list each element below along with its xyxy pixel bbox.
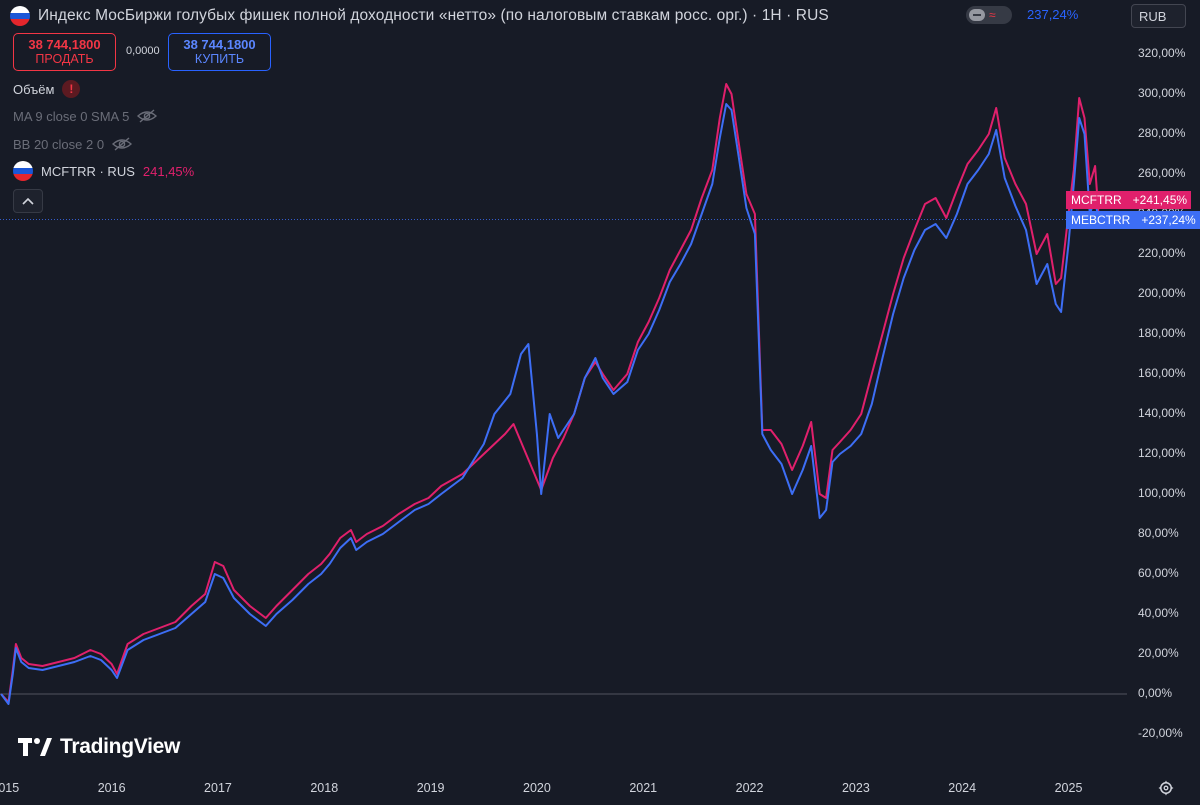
y-tick-label: 40,00% bbox=[1138, 606, 1179, 620]
legend-volume[interactable]: Объём ! bbox=[13, 79, 81, 99]
chart-header: Индекс МосБиржи голубых фишек полной дох… bbox=[10, 5, 829, 27]
compare-change: 241,45% bbox=[142, 163, 195, 179]
sell-label: ПРОДАТЬ bbox=[35, 52, 94, 66]
y-tick-label: 180,00% bbox=[1138, 326, 1186, 340]
buy-price: 38 744,1800 bbox=[183, 37, 256, 52]
x-tick-label: 2024 bbox=[948, 781, 977, 795]
bb-label: BB 20 close 2 0 bbox=[13, 136, 105, 152]
y-tick-label: 160,00% bbox=[1138, 366, 1186, 380]
compare-symbol: MCFTRR · RUS bbox=[41, 163, 135, 179]
badge-series-name: MCFTRR bbox=[1066, 191, 1127, 209]
x-tick-label: 2025 bbox=[1054, 781, 1083, 795]
y-tick-label: 320,00% bbox=[1138, 46, 1186, 60]
y-tick-label: -20,00% bbox=[1138, 726, 1183, 740]
x-tick-label: 2023 bbox=[841, 781, 870, 795]
buy-label: КУПИТЬ bbox=[194, 52, 245, 66]
y-tick-label: 100,00% bbox=[1138, 486, 1186, 500]
compare-value: 237,24% bbox=[1027, 7, 1079, 22]
toggle-knob bbox=[969, 9, 985, 21]
x-tick-label: 2016 bbox=[97, 781, 126, 795]
legend-compare[interactable]: MCFTRR · RUS 241,45% bbox=[13, 161, 194, 181]
buy-button[interactable]: 38 744,1800 КУПИТЬ bbox=[168, 33, 271, 71]
warning-icon[interactable]: ! bbox=[62, 80, 81, 98]
eye-hidden-icon[interactable] bbox=[112, 137, 133, 151]
gear-icon[interactable] bbox=[1157, 779, 1175, 797]
eye-hidden-icon[interactable] bbox=[137, 109, 158, 123]
y-tick-label: 80,00% bbox=[1138, 526, 1179, 540]
y-tick-label: 220,00% bbox=[1138, 246, 1186, 260]
y-tick-label: 60,00% bbox=[1138, 566, 1179, 580]
collapse-legend-button[interactable] bbox=[13, 189, 43, 213]
legend-ma[interactable]: MA 9 close 0 SMA 5 bbox=[13, 106, 158, 126]
price-chart[interactable] bbox=[0, 0, 1127, 775]
x-tick-label: 2019 bbox=[416, 781, 445, 795]
y-tick-label: 280,00% bbox=[1138, 126, 1186, 140]
sell-price: 38 744,1800 bbox=[28, 37, 101, 52]
volume-label: Объём bbox=[13, 81, 55, 97]
approx-icon: ≈ bbox=[989, 8, 996, 22]
last-value-badge-mebctrr: MEBCTRR +237,24% bbox=[1066, 211, 1200, 229]
y-tick-label: 260,00% bbox=[1138, 166, 1186, 180]
x-tick-label: 2020 bbox=[523, 781, 551, 795]
legend-bb[interactable]: BB 20 close 2 0 bbox=[13, 134, 133, 154]
series-line-mebctrr[interactable] bbox=[0, 103, 1100, 705]
last-value-badge-mcftrr: MCFTRR +241,45% bbox=[1066, 191, 1192, 209]
tradingview-logo-icon bbox=[18, 738, 52, 756]
x-tick-label: 2021 bbox=[629, 781, 658, 795]
spread-value: 0,0000 bbox=[126, 45, 160, 57]
y-tick-label: 300,00% bbox=[1138, 86, 1186, 100]
russia-flag-icon bbox=[10, 6, 30, 26]
x-tick-label: 2015 bbox=[0, 781, 20, 795]
badge-series-name: MEBCTRR bbox=[1066, 211, 1136, 229]
ma-label: MA 9 close 0 SMA 5 bbox=[13, 108, 130, 124]
logo-text: TradingView bbox=[60, 735, 181, 758]
currency-button[interactable]: RUB bbox=[1131, 4, 1186, 28]
russia-flag-icon bbox=[13, 161, 33, 181]
y-tick-label: 20,00% bbox=[1138, 646, 1179, 660]
y-tick-label: 120,00% bbox=[1138, 446, 1186, 460]
x-tick-label: 2018 bbox=[310, 781, 339, 795]
badge-series-value: +237,24% bbox=[1135, 211, 1200, 229]
y-tick-label: 0,00% bbox=[1138, 686, 1173, 700]
y-tick-label: 140,00% bbox=[1138, 406, 1186, 420]
compare-toggle-icon[interactable]: ≈ bbox=[966, 6, 1012, 24]
sell-button[interactable]: 38 744,1800 ПРОДАТЬ bbox=[13, 33, 116, 71]
y-tick-label: 200,00% bbox=[1138, 286, 1186, 300]
x-tick-label: 2022 bbox=[735, 781, 764, 795]
tradingview-logo[interactable]: TradingView bbox=[18, 735, 180, 759]
x-tick-label: 2017 bbox=[204, 781, 232, 795]
chevron-up-icon bbox=[22, 197, 34, 205]
symbol-title[interactable]: Индекс МосБиржи голубых фишек полной дох… bbox=[38, 7, 829, 25]
badge-series-value: +241,45% bbox=[1126, 191, 1192, 209]
